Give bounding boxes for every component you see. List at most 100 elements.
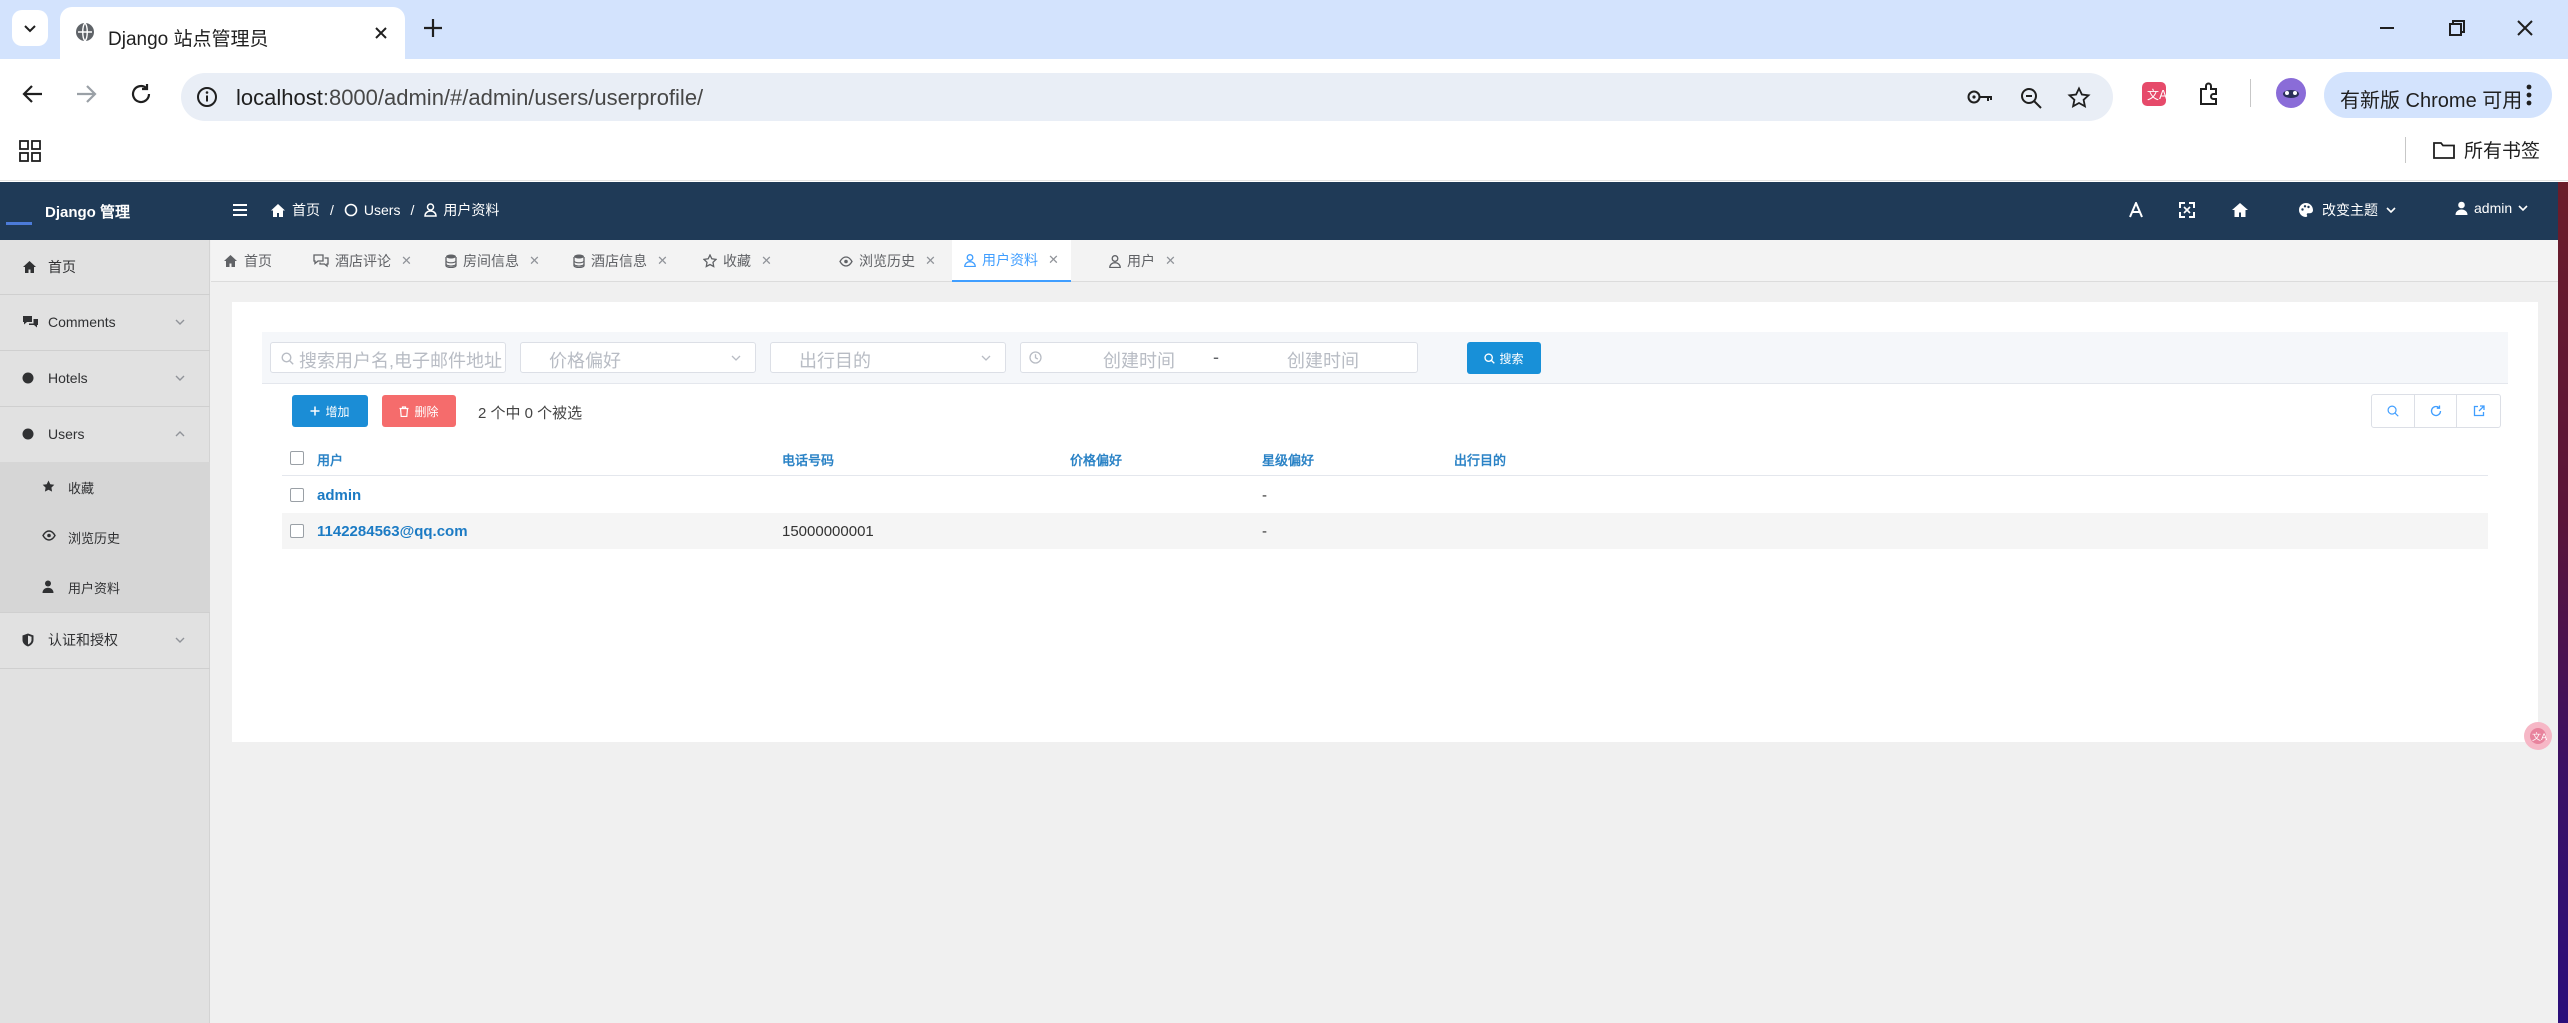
sidebar-item-users[interactable]: Users	[0, 407, 210, 461]
table-header: 用户 电话号码 价格偏好 星级偏好 出行目的	[282, 440, 2488, 476]
breadcrumb-home[interactable]: 首页	[292, 200, 320, 220]
tab-hotel-comments[interactable]: 酒店评论 ✕	[301, 240, 424, 282]
search-input[interactable]: 搜索用户名,电子邮件地址...	[270, 342, 506, 373]
tab-search-button[interactable]	[12, 10, 48, 46]
sidebar-subitem-history[interactable]: 浏览历史	[0, 512, 210, 562]
close-tab-icon[interactable]: ✕	[925, 253, 936, 269]
browser-tabstrip: Django 站点管理员	[0, 0, 2568, 59]
minimize-button[interactable]	[2376, 17, 2398, 39]
back-button[interactable]	[20, 81, 46, 107]
refresh-button[interactable]	[2415, 395, 2458, 427]
row-checkbox[interactable]	[290, 524, 304, 538]
minimize-icon	[2380, 27, 2394, 29]
tab-hotel-info[interactable]: 酒店信息 ✕	[561, 240, 680, 282]
zoom-icon[interactable]	[2019, 86, 2043, 110]
apps-grid-icon[interactable]	[18, 139, 42, 163]
reload-button[interactable]	[128, 81, 154, 107]
close-window-button[interactable]	[2514, 17, 2536, 39]
breadcrumb: 首页 / Users / 用户资料	[270, 200, 499, 220]
column-header-phone[interactable]: 电话号码	[782, 450, 834, 469]
row-checkbox[interactable]	[290, 488, 304, 502]
created-time-range[interactable]: 创建时间 - 创建时间	[1020, 342, 1418, 373]
user-icon	[2455, 201, 2468, 215]
dot-icon	[22, 372, 34, 384]
close-tab-icon[interactable]: ✕	[761, 253, 772, 269]
sidebar-subitem-userprofile[interactable]: 用户资料	[0, 562, 210, 612]
sidebar-subitem-favorites[interactable]: 收藏	[0, 462, 210, 512]
new-tab-button[interactable]	[420, 15, 446, 41]
address-bar[interactable]: localhost:8000/admin/#/admin/users/userp…	[181, 73, 2113, 121]
close-tab-button[interactable]	[370, 22, 392, 44]
plus-icon	[310, 406, 320, 416]
sidebar-item-hotels[interactable]: Hotels	[0, 351, 210, 405]
clock-icon	[1029, 351, 1042, 364]
arrow-left-icon	[22, 85, 42, 103]
browser-tab-title: Django 站点管理员	[108, 29, 269, 50]
search-placeholder: 搜索用户名,电子邮件地址...	[299, 351, 503, 371]
export-button[interactable]	[2457, 395, 2500, 427]
restore-button[interactable]	[2446, 17, 2468, 39]
bookmark-star-icon[interactable]	[2067, 86, 2091, 110]
user-link[interactable]: admin	[317, 487, 361, 504]
select-all-checkbox[interactable]	[290, 451, 304, 465]
menu-toggle-icon[interactable]	[232, 202, 248, 218]
tab-browse-history[interactable]: 浏览历史 ✕	[827, 240, 948, 282]
tab-room-info[interactable]: 房间信息 ✕	[433, 240, 552, 282]
phone-cell: 15000000001	[782, 523, 874, 540]
close-tab-icon[interactable]: ✕	[657, 253, 668, 269]
chrome-update-button[interactable]: 有新版 Chrome 可用	[2324, 72, 2552, 118]
tab-userprofile[interactable]: 用户资料 ✕	[952, 240, 1071, 282]
sidebar-subitem-label: 用户资料	[68, 581, 121, 596]
all-bookmarks-label: 所有书签	[2464, 141, 2541, 162]
close-tab-icon[interactable]: ✕	[1165, 253, 1176, 269]
browser-tab-active[interactable]: Django 站点管理员	[60, 7, 405, 59]
sidebar-item-comments[interactable]: Comments	[0, 295, 210, 349]
site-info-icon[interactable]	[195, 85, 219, 109]
all-bookmarks-button[interactable]: 所有书签	[2432, 136, 2540, 163]
column-header-star-preference[interactable]: 星级偏好	[1262, 450, 1314, 469]
toolbar-divider	[2250, 79, 2251, 107]
sidebar-item-auth[interactable]: 认证和授权	[0, 613, 210, 667]
sidebar-item-home[interactable]: 首页	[0, 240, 210, 294]
delete-button[interactable]: 删除	[382, 395, 456, 427]
breadcrumb-users[interactable]: Users	[364, 202, 401, 218]
price-preference-select[interactable]: 价格偏好	[520, 342, 756, 373]
column-header-price-preference[interactable]: 价格偏好	[1070, 450, 1122, 469]
home-icon	[271, 203, 285, 217]
close-tab-icon[interactable]: ✕	[529, 253, 540, 269]
close-tab-icon[interactable]: ✕	[401, 253, 412, 269]
travel-purpose-select[interactable]: 出行目的	[770, 342, 1006, 373]
extensions-icon[interactable]	[2196, 81, 2222, 107]
admin-logo[interactable]: Django 管理	[45, 201, 130, 222]
tab-favorites[interactable]: 收藏 ✕	[691, 240, 784, 282]
svg-text:文A: 文A	[2147, 87, 2167, 102]
star-icon	[42, 480, 55, 492]
chevron-down-icon	[175, 375, 185, 381]
column-header-travel-purpose[interactable]: 出行目的	[1454, 450, 1506, 469]
font-size-icon[interactable]	[2129, 202, 2143, 218]
more-menu-icon[interactable]	[2525, 83, 2533, 107]
search-button[interactable]: 搜索	[1467, 342, 1541, 374]
translate-float-icon[interactable]: 文A	[2524, 722, 2552, 750]
sidebar-item-label: Users	[48, 426, 85, 442]
fullscreen-icon[interactable]	[2179, 202, 2195, 218]
star-icon	[703, 254, 717, 268]
column-header-user[interactable]: 用户	[317, 450, 343, 469]
translate-extension-icon[interactable]: 文A	[2141, 81, 2167, 107]
user-icon	[964, 253, 976, 267]
user-menu[interactable]: admin	[2455, 200, 2528, 216]
dot-icon	[22, 428, 34, 440]
tab-label: 用户资料	[982, 252, 1038, 268]
shield-icon	[22, 633, 34, 647]
close-tab-icon[interactable]: ✕	[1048, 252, 1059, 268]
forward-button[interactable]	[73, 81, 99, 107]
toggle-search-button[interactable]	[2372, 395, 2415, 427]
tab-home[interactable]: 首页	[211, 240, 284, 282]
user-link[interactable]: 1142284563@qq.com	[317, 523, 468, 540]
add-button[interactable]: 增加	[292, 395, 368, 427]
change-theme-menu[interactable]: 改变主题	[2298, 200, 2396, 220]
home-icon[interactable]	[2231, 202, 2249, 218]
profile-avatar-icon[interactable]	[2276, 78, 2306, 108]
tab-users[interactable]: 用户 ✕	[1097, 240, 1188, 282]
password-key-icon[interactable]	[1966, 86, 1994, 108]
